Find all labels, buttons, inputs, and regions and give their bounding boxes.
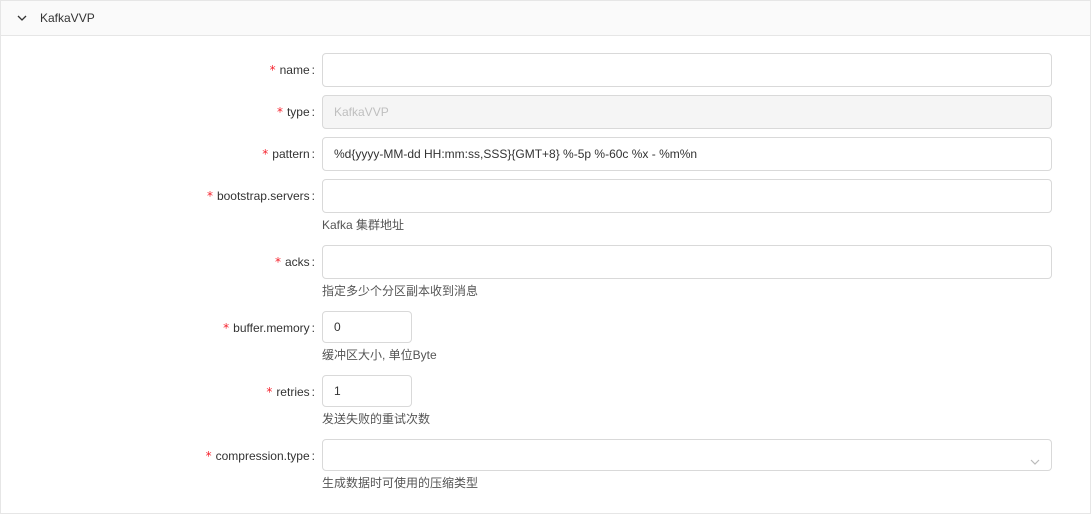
retries-label: * retries: — [266, 385, 315, 399]
panel-title: KafkaVVP — [40, 11, 95, 25]
acks-input[interactable] — [322, 245, 1052, 279]
pattern-label: * pattern: — [262, 147, 315, 161]
buffer-memory-input[interactable] — [322, 311, 412, 343]
compression-type-select[interactable] — [322, 439, 1052, 471]
kafka-appender-panel: KafkaVVP * name: * type: KafkaVVP * pattern… — [0, 0, 1091, 514]
name-input[interactable] — [322, 53, 1052, 87]
type-input: KafkaVVP — [322, 95, 1052, 129]
acks-label: * acks: — [274, 255, 315, 269]
buffer-memory-label: * buffer.memory: — [223, 321, 315, 335]
acks-help: 指定多少个分区副本收到消息 — [322, 284, 479, 298]
name-label: * name: — [269, 63, 315, 77]
pattern-input[interactable] — [322, 137, 1052, 171]
type-label: * type: — [276, 105, 315, 119]
bootstrap-servers-help: Kafka 集群地址 — [322, 218, 405, 232]
panel-header[interactable]: KafkaVVP — [1, 1, 1090, 36]
chevron-down-icon[interactable] — [1029, 449, 1041, 465]
compression-type-label: * compression.type: — [205, 449, 315, 463]
compression-type-help: 生成数据时可使用的压缩类型 — [322, 476, 479, 490]
chevron-down-icon[interactable] — [15, 11, 29, 25]
retries-input[interactable] — [322, 375, 412, 407]
bootstrap-servers-input[interactable] — [322, 179, 1052, 213]
retries-help: 发送失败的重试次数 — [322, 412, 431, 426]
bootstrap-servers-label: * bootstrap.servers: — [206, 189, 315, 203]
buffer-memory-help: 缓冲区大小, 单位Byte — [322, 348, 437, 362]
